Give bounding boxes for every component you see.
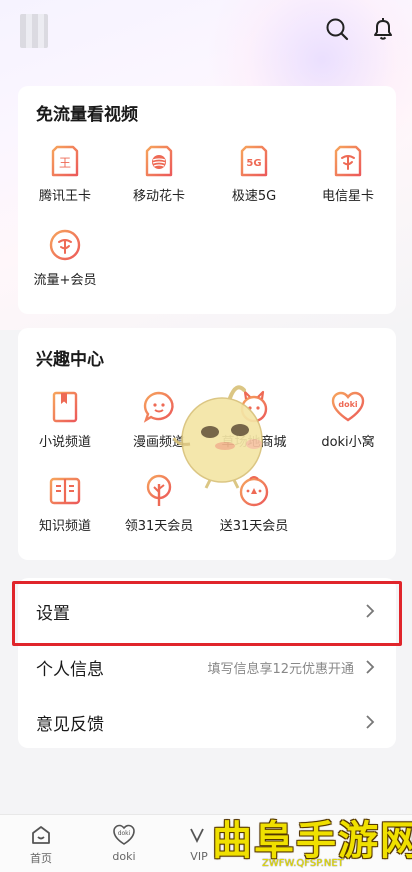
- feedback-row[interactable]: 意见反馈: [18, 696, 396, 748]
- grid-label: 腾讯王卡: [38, 189, 91, 204]
- svg-text:5G: 5G: [246, 158, 261, 169]
- grid-label: 移动花卡: [132, 189, 185, 204]
- chevron-right-icon: [364, 713, 376, 731]
- settings-row[interactable]: 设置: [18, 585, 396, 637]
- home-icon: [29, 823, 53, 847]
- nav-home[interactable]: 首页: [6, 823, 76, 866]
- personal-info-hint: 填写信息享12元优惠开通: [207, 662, 354, 677]
- svg-text:王: 王: [59, 156, 71, 170]
- knowledge-icon: [48, 474, 82, 508]
- novel-icon: [48, 390, 82, 424]
- grid-label: doki小窝: [321, 435, 375, 450]
- profile-page: 免流量看视频 王 腾讯王卡 移动花卡 5G 极速5G 电信星卡 流量+会员 兴趣…: [0, 0, 412, 872]
- 5g-icon: 5G: [237, 144, 271, 178]
- grid-item-data-member[interactable]: 流量+会员: [18, 228, 112, 288]
- grid-item-star-card[interactable]: 电信星卡: [301, 144, 395, 204]
- personal-info-row[interactable]: 个人信息 填写信息享12元优惠开通: [18, 641, 396, 693]
- grid-label: 送31天会员: [219, 519, 289, 534]
- nav-home-label: 首页: [30, 852, 52, 865]
- bell-icon[interactable]: [370, 16, 396, 42]
- interest-center-title: 兴趣中心: [36, 350, 104, 370]
- king-card-icon: 王: [48, 144, 82, 178]
- grid-item-knowledge[interactable]: 知识频道: [18, 474, 112, 534]
- grid-label: 极速5G: [231, 189, 277, 204]
- nav-doki[interactable]: doki doki: [89, 823, 159, 863]
- doki-nav-icon: doki: [112, 823, 136, 847]
- data-member-icon: [48, 228, 82, 262]
- svg-text:doki: doki: [118, 830, 131, 837]
- grid-label: 小说频道: [38, 435, 91, 450]
- svg-text:doki: doki: [338, 400, 358, 409]
- vip-icon: [187, 823, 211, 847]
- free-data-card: 免流量看视频 王 腾讯王卡 移动花卡 5G 极速5G 电信星卡 流量+会员: [18, 86, 396, 314]
- grid-item-king-card[interactable]: 王 腾讯王卡: [18, 144, 112, 204]
- search-icon[interactable]: [324, 16, 350, 42]
- grid-item-doki[interactable]: doki doki小窝: [301, 390, 395, 450]
- flower-card-icon: [142, 144, 176, 178]
- chevron-right-icon: [364, 602, 376, 620]
- nav-doki-label: doki: [112, 850, 136, 863]
- watermark-url: ZWFW.QFSP.NET: [262, 858, 344, 869]
- grid-label: 流量+会员: [33, 273, 97, 288]
- personal-info-label: 个人信息: [36, 660, 104, 680]
- watermark: 曲阜手游网 ZWFW.QFSP.NET: [212, 808, 412, 872]
- avatar[interactable]: [20, 14, 48, 48]
- grid-label: 领31天会员: [124, 519, 194, 534]
- chevron-right-icon: [364, 658, 376, 676]
- grid-item-novel[interactable]: 小说频道: [18, 390, 112, 450]
- feedback-label: 意见反馈: [36, 715, 104, 735]
- mascot-overlay: [170, 380, 274, 490]
- grid-label: 电信星卡: [321, 189, 374, 204]
- grid-item-5g[interactable]: 5G 极速5G: [207, 144, 301, 204]
- settings-label: 设置: [36, 604, 70, 624]
- free-data-title: 免流量看视频: [36, 105, 138, 125]
- grid-label: 知识频道: [38, 519, 91, 534]
- star-card-icon: [331, 144, 365, 178]
- grid-item-flower-card[interactable]: 移动花卡: [112, 144, 206, 204]
- doki-heart-icon: doki: [331, 390, 365, 424]
- top-bar: [0, 0, 412, 60]
